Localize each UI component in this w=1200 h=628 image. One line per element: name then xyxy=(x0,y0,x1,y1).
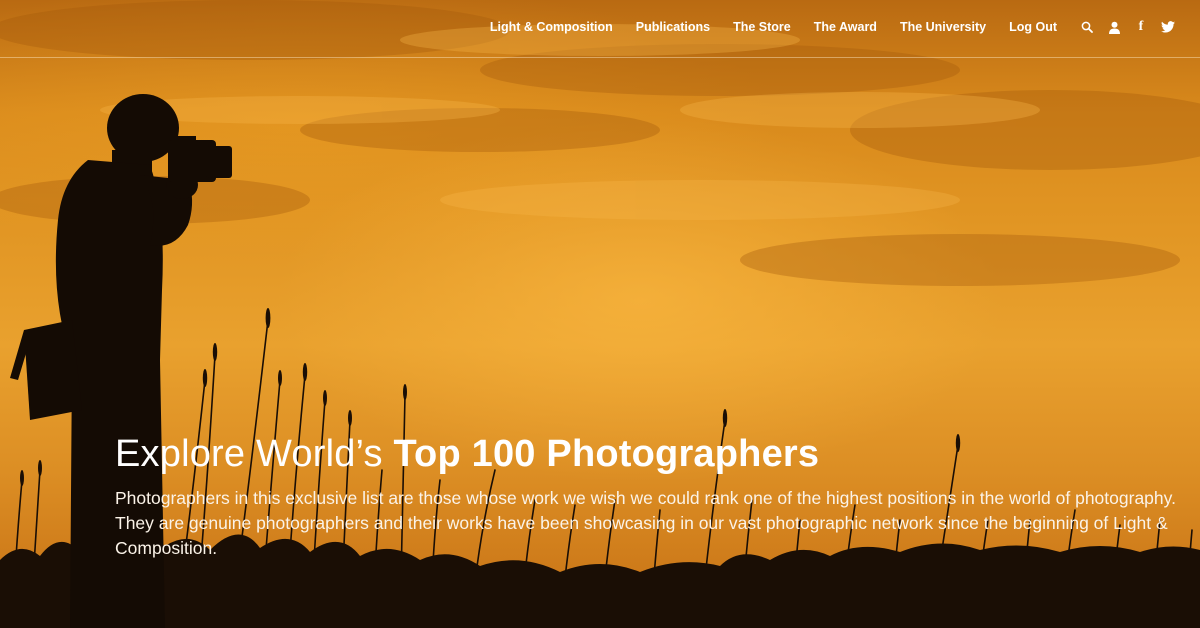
nav-item-log-out[interactable]: Log Out xyxy=(1009,20,1057,34)
nav-item-award[interactable]: The Award xyxy=(814,20,877,34)
user-icon[interactable] xyxy=(1106,19,1122,35)
nav-item-publications[interactable]: Publications xyxy=(636,20,710,34)
search-icon[interactable] xyxy=(1079,19,1095,35)
nav-item-light-composition[interactable]: Light & Composition xyxy=(490,20,613,34)
main-nav: Light & Composition Publications The Sto… xyxy=(467,0,1200,54)
nav-item-store[interactable]: The Store xyxy=(733,20,791,34)
headline-light: Explore World’s xyxy=(115,433,394,475)
twitter-icon[interactable] xyxy=(1160,19,1176,35)
nav-item-university[interactable]: The University xyxy=(900,20,986,34)
headline-bold: Top 100 Photographers xyxy=(393,433,820,475)
page-title: Explore World’s Top 100 Photographers xyxy=(115,430,1185,478)
hero-description: Photographers in this exclusive list are… xyxy=(115,488,1176,558)
site-header: Light & Composition Publications The Sto… xyxy=(0,0,1200,58)
facebook-icon[interactable]: f xyxy=(1133,19,1149,35)
hero-content: Explore World’s Top 100 Photographers Ph… xyxy=(115,430,1185,561)
